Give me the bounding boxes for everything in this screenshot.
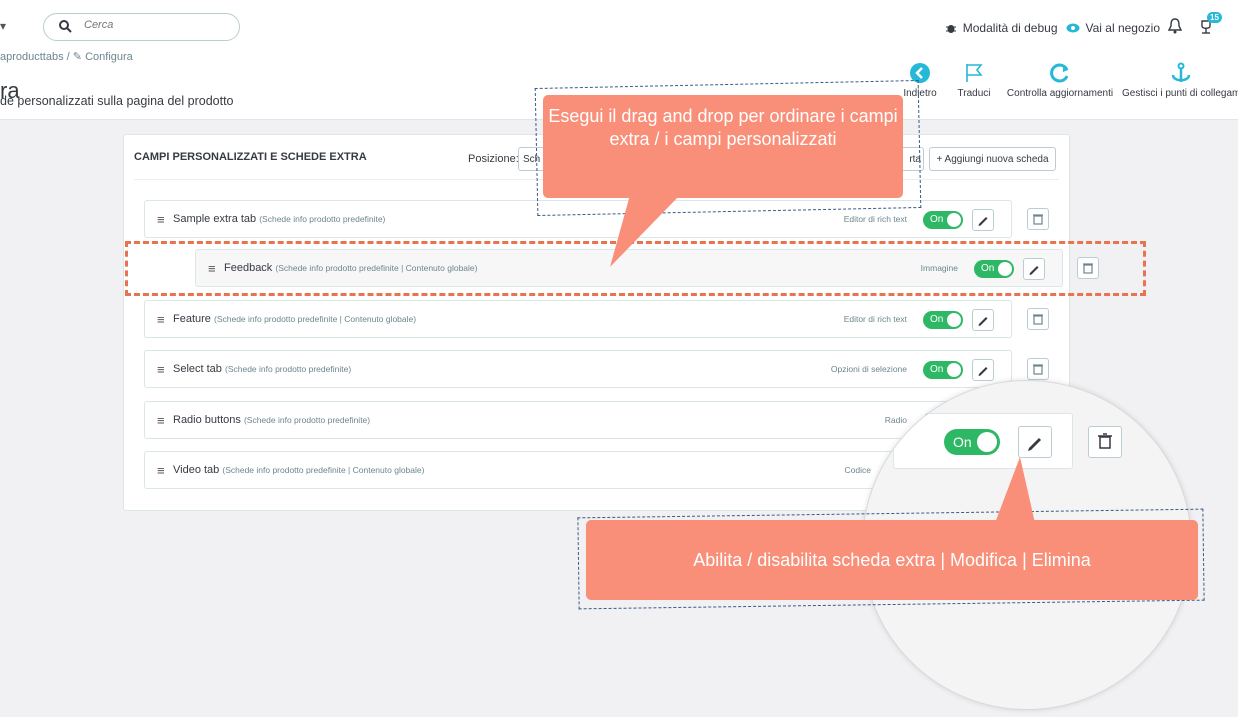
actions-callout: Abilita / disabilita scheda extra | Modi… <box>586 520 1198 600</box>
edit-button[interactable] <box>972 209 994 231</box>
panel-heading: CAMPI PERSONALIZZATI E SCHEDE EXTRA <box>134 151 367 163</box>
status-toggle[interactable]: On <box>923 361 963 379</box>
edit-button[interactable] <box>972 359 994 381</box>
status-toggle[interactable]: On <box>923 211 963 229</box>
wrench-icon: ✎ <box>72 51 83 63</box>
eye-icon <box>1066 23 1079 33</box>
breadcrumb: aproducttabs / ✎ Configura <box>0 50 133 63</box>
tab-row[interactable]: ≡ Select tab (Schede info prodotto prede… <box>144 350 1012 388</box>
toggle-label: On <box>930 314 944 325</box>
tab-meta: (Schede info prodotto predefinite | Cont… <box>222 465 425 475</box>
drag-handle-icon[interactable]: ≡ <box>157 413 165 428</box>
tab-type: Editor di rich text <box>843 314 907 324</box>
translate-label: Traduci <box>957 88 991 99</box>
tab-name-group: Video tab (Schede info prodotto predefin… <box>173 464 424 476</box>
zoomed-status-toggle[interactable]: On <box>944 429 1000 455</box>
trash-icon <box>1033 214 1043 225</box>
notifications-button[interactable] <box>1167 18 1190 38</box>
pencil-icon <box>1028 438 1041 451</box>
anchor-icon <box>1171 62 1191 82</box>
tab-type: Editor di rich text <box>843 214 907 224</box>
header-actions: Modalità di debug Vai al negozio 15 <box>945 12 1222 38</box>
toggle-label: On <box>930 214 944 225</box>
breadcrumb-current: Configura <box>85 51 133 63</box>
tab-meta: (Schede info prodotto predefinite) <box>259 214 386 224</box>
callout-pointer-icon <box>610 195 680 267</box>
trash-icon <box>1033 314 1043 325</box>
translate-button[interactable]: Traduci <box>956 58 992 99</box>
drag-handle-icon[interactable]: ≡ <box>157 212 165 227</box>
refresh-icon <box>1050 63 1069 83</box>
tab-meta: (Schede info prodotto predefinite | Cont… <box>213 314 417 324</box>
drag-drop-callout: Esegui il drag and drop per ordinare i c… <box>543 95 903 198</box>
zoomed-delete-button[interactable] <box>1088 426 1122 458</box>
delete-button[interactable] <box>1027 358 1049 380</box>
toggle-label: On <box>930 364 944 375</box>
debug-mode-label: Modalità di debug <box>962 21 1058 35</box>
debug-mode-link[interactable]: Modalità di debug <box>945 21 1058 35</box>
manage-hooks-button[interactable]: Gestisci i punti di collegam <box>1122 58 1238 99</box>
tab-row[interactable]: ≡ Radio buttons (Schede info prodotto pr… <box>144 401 1012 439</box>
flag-icon <box>966 64 983 82</box>
search-icon <box>59 20 72 33</box>
tab-name-group: Feature (Schede info prodotto predefinit… <box>173 313 416 325</box>
callout-pointer-icon <box>995 457 1035 523</box>
tab-type: Codice <box>844 465 871 475</box>
view-shop-link[interactable]: Vai al negozio <box>1066 21 1161 35</box>
position-label: Posizione: <box>468 153 519 165</box>
view-shop-label: Vai al negozio <box>1085 21 1161 35</box>
zoomed-row: On <box>893 413 1073 469</box>
search-input[interactable] <box>84 19 224 31</box>
tab-name: Radio buttons <box>173 414 241 426</box>
trash-icon <box>1033 364 1043 375</box>
tab-name-group: Sample extra tab (Schede info prodotto p… <box>173 213 385 225</box>
tab-name-group: Select tab (Schede info prodotto predefi… <box>173 363 351 375</box>
notification-badge: 15 <box>1207 12 1222 23</box>
orders-button[interactable]: 15 <box>1198 12 1222 38</box>
delete-button[interactable] <box>1027 208 1049 230</box>
page-toolbar: Indietro Traduci Controlla aggiornamenti… <box>900 58 1238 118</box>
tab-name: Feature <box>173 313 211 325</box>
tab-row[interactable]: ≡ Feature (Schede info prodotto predefin… <box>144 300 1012 338</box>
check-updates-button[interactable]: Controlla aggiornamenti <box>1000 58 1120 99</box>
search-box[interactable] <box>43 13 240 41</box>
tab-name: Video tab <box>173 464 220 476</box>
bell-icon <box>1167 18 1183 34</box>
bug-icon <box>945 25 956 33</box>
pencil-icon <box>978 217 988 226</box>
delete-button[interactable] <box>1027 308 1049 330</box>
zoomed-edit-button[interactable] <box>1018 426 1052 458</box>
tab-name: Select tab <box>173 363 222 375</box>
tab-meta: (Schede info prodotto predefinite) <box>224 364 352 374</box>
tab-name: Sample extra tab <box>173 213 257 225</box>
zoomed-toggle-label: On <box>953 434 972 450</box>
pencil-icon <box>978 317 988 326</box>
check-updates-label: Controlla aggiornamenti <box>1006 88 1114 99</box>
tab-meta: (Schede info prodotto predefinite) <box>243 415 371 425</box>
drag-handle-icon[interactable]: ≡ <box>157 463 165 478</box>
breadcrumb-separator: / <box>66 51 70 63</box>
tab-name-group: Radio buttons (Schede info prodotto pred… <box>173 414 370 426</box>
status-toggle[interactable]: On <box>923 311 963 329</box>
page-subtitle: de personalizzati sulla pagina del prodo… <box>0 94 234 108</box>
add-new-tab-button[interactable]: + Aggiungi nuova scheda <box>929 147 1056 171</box>
tab-type: Opzioni di selezione <box>830 364 907 374</box>
breadcrumb-module[interactable]: aproducttabs <box>0 51 64 63</box>
menu-caret-icon[interactable]: ▾ <box>0 19 6 33</box>
pencil-icon <box>978 367 988 376</box>
drag-handle-icon[interactable]: ≡ <box>157 312 165 327</box>
trash-icon <box>1098 433 1112 449</box>
manage-hooks-label: Gestisci i punti di collegam <box>1122 88 1238 99</box>
drag-handle-icon[interactable]: ≡ <box>157 362 165 377</box>
edit-button[interactable] <box>972 309 994 331</box>
